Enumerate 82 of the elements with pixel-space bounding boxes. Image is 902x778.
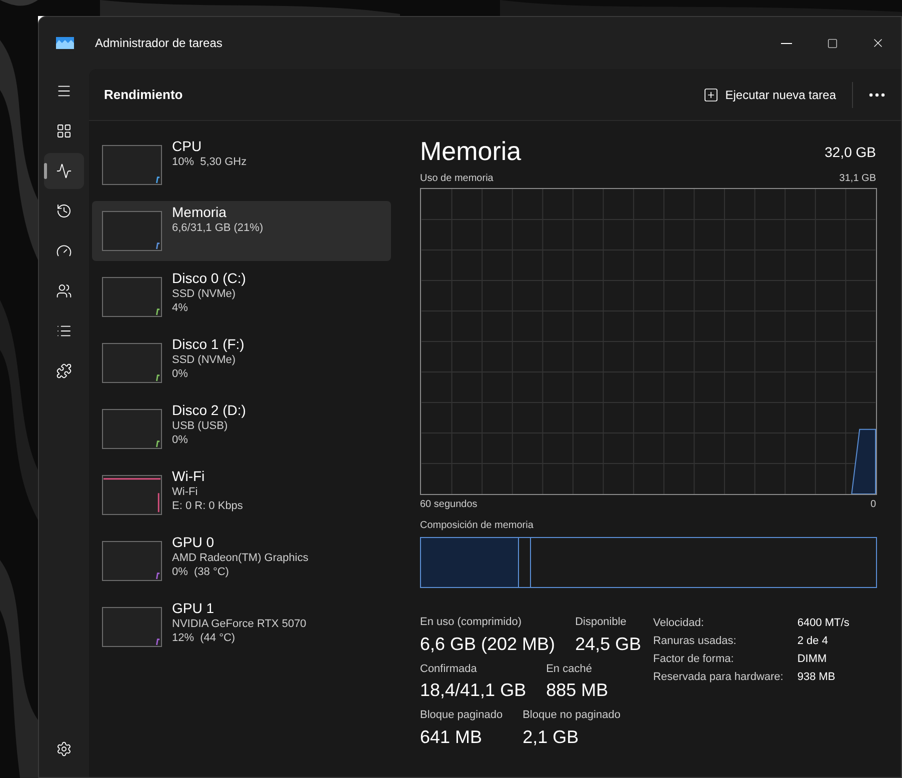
pulse-icon [56, 163, 72, 179]
minimize-icon [780, 42, 792, 44]
device-detail: SSD (NVMe) [172, 353, 237, 367]
device-item[interactable]: Disco 0 (C:) SSD (NVMe) 4% [92, 267, 391, 327]
device-name: Memoria [172, 203, 228, 221]
stat-label: Disponible [575, 615, 628, 630]
composition-label: Composición de memoria [420, 519, 534, 533]
run-new-task-button[interactable]: Ejecutar nueva tarea [695, 78, 844, 110]
stat-label: Bloque no paginado [522, 708, 620, 723]
property-label: Factor de forma: [653, 652, 735, 667]
usage-graph-thumbnail [102, 475, 162, 515]
device-detail: 0% [172, 367, 189, 381]
stat-label: Confirmada [420, 662, 478, 676]
stat-value: 24,5 GB [575, 632, 642, 656]
property-value: 6400 MT/s [797, 616, 850, 631]
users-icon [56, 283, 72, 299]
device-item[interactable]: GPU 1 NVIDIA GeForce RTX 5070 12% (44 °C) [92, 597, 391, 657]
settings-icon [56, 741, 72, 757]
property-label: Reservada para hardware: [653, 670, 784, 685]
property-value: DIMM [797, 652, 828, 667]
device-detail: AMD Radeon(TM) Graphics [172, 551, 308, 565]
device-item[interactable]: Wi-Fi Wi-Fi E: 0 R: 0 Kbps [92, 465, 391, 525]
usage-graph-thumbnail [102, 541, 162, 581]
more-icon [869, 92, 885, 96]
stat-label: Bloque paginado [420, 708, 503, 723]
property-value: 938 MB [797, 670, 836, 685]
stat-value: 6,6 GB (202 MB) [420, 632, 556, 656]
device-name: GPU 1 [172, 599, 216, 617]
property-label: Ranuras usadas: [653, 634, 738, 649]
device-name: GPU 0 [172, 533, 216, 551]
device-detail: NVIDIA GeForce RTX 5070 [172, 617, 306, 631]
usage-graph-thumbnail [102, 409, 162, 449]
property-label: Velocidad: [653, 616, 705, 631]
stat-value: 885 MB [546, 679, 608, 702]
stat-label: En uso (comprimido) [420, 615, 522, 630]
time-zero-label: 0 [870, 498, 876, 512]
graph-max: 31,1 GB [839, 172, 876, 186]
device-detail: 6,6/31,1 GB (21%) [172, 221, 264, 235]
maximize-icon [826, 38, 838, 48]
puzzle-icon [56, 363, 72, 379]
device-name: Disco 2 (D:) [172, 401, 246, 419]
device-item[interactable]: GPU 0 AMD Radeon(TM) Graphics 0% (38 °C) [92, 531, 391, 591]
device-detail: 10% 5,30 GHz [172, 155, 247, 169]
menu-icon [56, 83, 72, 99]
device-detail: 4% [172, 301, 189, 315]
device-name: CPU [172, 137, 203, 155]
total-memory: 32,0 GB [824, 143, 876, 162]
usage-graph-thumbnail [102, 343, 162, 383]
usage-graph-thumbnail [102, 277, 162, 317]
device-detail: E: 0 R: 0 Kbps [172, 499, 243, 513]
device-name: Disco 1 (F:) [172, 335, 244, 353]
grid-icon [56, 123, 72, 139]
device-detail: SSD (NVMe) [172, 287, 237, 301]
device-item[interactable]: Disco 2 (D:) USB (USB) 0% [92, 399, 391, 459]
time-span-label: 60 segundos [420, 498, 478, 512]
device-item[interactable]: CPU 10% 5,30 GHz [92, 135, 391, 195]
stat-value: 18,4/41,1 GB [420, 679, 526, 702]
nav-item[interactable] [44, 153, 84, 189]
new-task-icon [703, 86, 720, 102]
graph-label: Uso de memoria [420, 172, 494, 186]
device-detail: USB (USB) [172, 419, 229, 433]
usage-graph-thumbnail [102, 211, 162, 251]
stat-value: 2,1 GB [522, 726, 580, 748]
device-detail: 0% (38 °C) [172, 565, 230, 579]
device-item[interactable]: Disco 1 (F:) SSD (NVMe) 0% [92, 333, 391, 393]
device-name: Disco 0 (C:) [172, 269, 246, 287]
device-detail: 0% [172, 433, 189, 447]
history-icon [56, 203, 72, 219]
device-name: Wi-Fi [172, 467, 206, 485]
window-title: Administrador de tareas [95, 35, 222, 52]
device-detail: Wi-Fi [172, 485, 199, 499]
stat-value: 641 MB [420, 726, 484, 748]
gauge-icon [56, 243, 72, 259]
page-title: Rendimiento [104, 86, 183, 104]
app-icon [56, 37, 74, 49]
usage-graph-thumbnail [102, 145, 162, 185]
property-value: 2 de 4 [797, 634, 829, 649]
stat-label: En caché [546, 662, 593, 676]
usage-graph-thumbnail [102, 607, 162, 647]
device-item[interactable]: Memoria 6,6/31,1 GB (21%) [92, 201, 391, 261]
detail-title: Memoria [420, 135, 522, 167]
device-detail: 12% (44 °C) [172, 631, 236, 645]
